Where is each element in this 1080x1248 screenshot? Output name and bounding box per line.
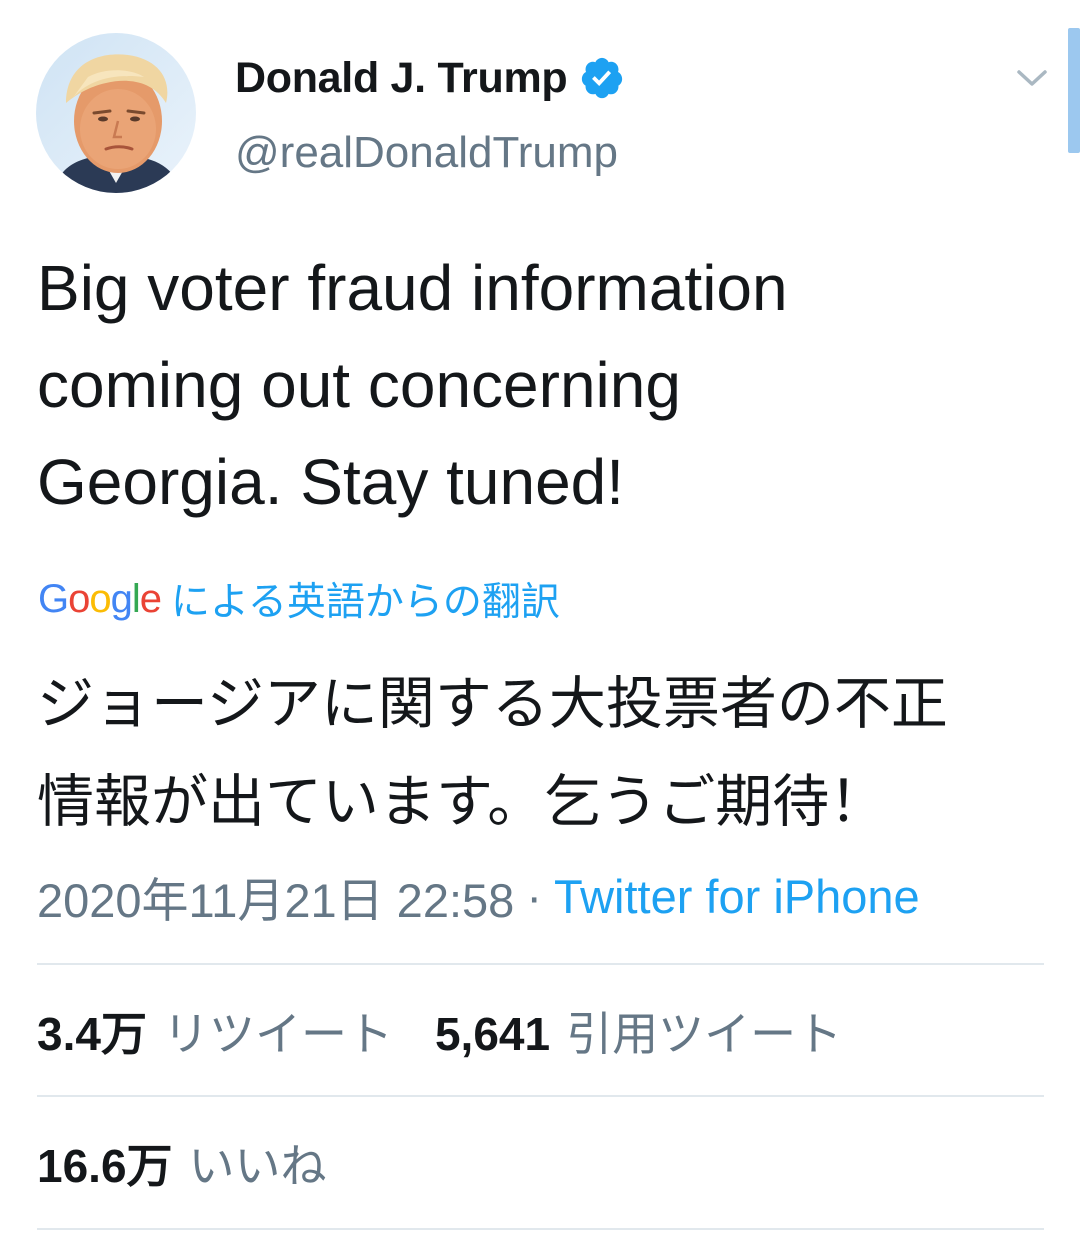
avatar[interactable]: [36, 33, 196, 193]
stats-row-retweets: 3.4万 リツイート 5,641 引用ツイート: [37, 996, 842, 1066]
google-logo-letter: G: [38, 576, 69, 621]
tweet-text: Big voter fraud information coming out c…: [37, 252, 788, 518]
verified-badge-icon: [579, 55, 625, 101]
retweet-count: 3.4万: [37, 1008, 147, 1060]
google-logo-letter: e: [139, 576, 162, 621]
likes-stat[interactable]: 16.6万 いいね: [37, 1130, 327, 1196]
divider: [37, 963, 1044, 965]
display-name[interactable]: Donald J. Trump: [235, 54, 568, 103]
chevron-down-icon[interactable]: [1013, 63, 1051, 93]
divider: [37, 1228, 1044, 1230]
quote-tweet-label: 引用ツイート: [566, 1008, 843, 1060]
quote-tweet-count: 5,641: [434, 1008, 551, 1060]
retweet-label: リツイート: [162, 1008, 393, 1060]
quote-tweets-stat[interactable]: 5,641 引用ツイート: [435, 998, 842, 1064]
tweet-meta: 2020年11月21日 22:58 · Twitter for iPhone: [37, 866, 920, 927]
tweet-header: Donald J. Trump @realDonaldTrump: [36, 33, 1047, 195]
name-row[interactable]: Donald J. Trump: [235, 48, 625, 108]
translation-attribution[interactable]: Google による英語からの翻訳: [38, 570, 560, 628]
like-count: 16.6万: [37, 1140, 173, 1192]
stats-row-likes: 16.6万 いいね: [37, 1128, 327, 1198]
google-logo-letter: g: [110, 576, 133, 621]
translated-text: ジョージアに関する大投票者の不正 情報が出ています。乞うご期待！: [37, 672, 948, 834]
avatar-image: [36, 33, 196, 193]
google-logo: Google: [38, 576, 162, 622]
google-logo-letter: o: [68, 576, 90, 621]
google-logo-letter: l: [131, 576, 141, 621]
scroll-indicator[interactable]: [1068, 28, 1080, 153]
google-logo-letter: o: [89, 576, 111, 621]
translation-label[interactable]: による英語からの翻訳: [171, 571, 560, 627]
meta-separator: ·: [526, 869, 542, 923]
retweets-stat[interactable]: 3.4万 リツイート: [37, 998, 393, 1064]
tweet-source-link[interactable]: Twitter for iPhone: [554, 869, 920, 924]
user-handle[interactable]: @realDonaldTrump: [235, 128, 618, 178]
tweet-timestamp[interactable]: 2020年11月21日 22:58: [37, 862, 514, 931]
like-label: いいね: [188, 1140, 327, 1192]
divider: [37, 1095, 1044, 1097]
